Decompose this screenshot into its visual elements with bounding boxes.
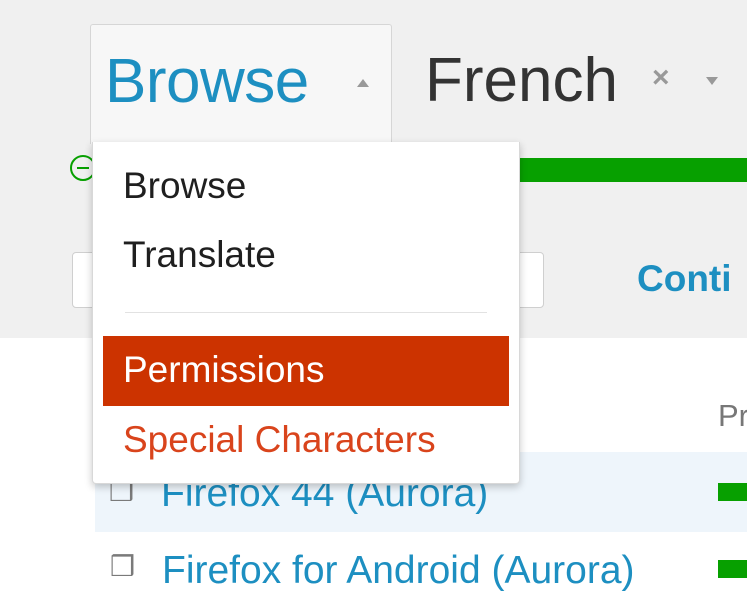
caret-up-icon bbox=[357, 79, 369, 87]
browse-dropdown-menu: Browse Translate Permissions Special Cha… bbox=[92, 142, 520, 484]
browse-menu-toggle[interactable]: Browse bbox=[90, 24, 392, 144]
menu-item-permissions-label: Permissions bbox=[123, 349, 325, 390]
contributors-link[interactable]: Conti bbox=[637, 257, 732, 301]
progress-column-header: Pr bbox=[718, 398, 747, 433]
row-progress-bar bbox=[718, 483, 747, 501]
menu-item-permissions[interactable]: Permissions bbox=[103, 336, 509, 406]
browse-tab-label: Browse bbox=[105, 47, 309, 116]
language-selector[interactable]: French bbox=[425, 50, 618, 112]
close-icon[interactable]: × bbox=[652, 63, 670, 93]
project-link[interactable]: Firefox for Android (Aurora) bbox=[162, 549, 635, 593]
menu-item-browse[interactable]: Browse bbox=[123, 164, 246, 208]
menu-divider bbox=[125, 312, 487, 313]
menu-item-special-characters[interactable]: Special Characters bbox=[123, 418, 436, 462]
row-progress-bar bbox=[718, 560, 747, 578]
chevron-down-icon[interactable] bbox=[706, 77, 718, 85]
menu-item-translate[interactable]: Translate bbox=[123, 233, 276, 277]
package-icon: ❒ bbox=[110, 551, 136, 582]
